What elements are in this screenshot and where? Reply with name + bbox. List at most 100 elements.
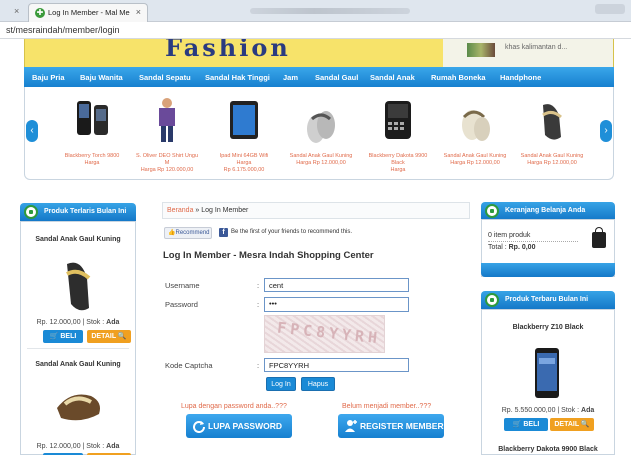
carousel-item-price: Harga bbox=[390, 167, 406, 173]
carousel-prev-button[interactable]: ‹ bbox=[26, 120, 38, 142]
tab-title: Log In Member - Mal Me bbox=[48, 8, 130, 17]
carousel-item[interactable]: S. Oliver DEO Shirt Ungu M Harga Rp 120.… bbox=[135, 95, 199, 174]
password-input[interactable]: ••• bbox=[264, 297, 409, 312]
username-label: Username bbox=[165, 281, 200, 290]
captcha-input[interactable] bbox=[264, 358, 409, 372]
cart-panel-header: Keranjang Belanja Anda bbox=[481, 202, 615, 220]
product-name[interactable]: Sandal Anak Gaul Kuning bbox=[21, 236, 135, 243]
beli-button[interactable]: 🛒 BELI bbox=[504, 418, 548, 431]
newest-panel: Blackberry Z10 Black Rp. 5.550.000,00 | … bbox=[481, 309, 615, 455]
favicon-icon: ✚ bbox=[35, 8, 45, 18]
captcha-label: Kode Captcha bbox=[165, 361, 213, 370]
detail-button[interactable]: DETAIL 🔍 bbox=[87, 330, 131, 343]
product-name[interactable]: Sandal Anak Gaul Kuning bbox=[21, 361, 135, 368]
sandal-image bbox=[462, 110, 490, 141]
label-colon: : bbox=[257, 361, 260, 370]
nav-item-baju-pria[interactable]: Baju Pria bbox=[32, 73, 65, 82]
nav-item-sandal-sepatu[interactable]: Sandal Sepatu bbox=[139, 73, 191, 82]
carousel-item-price: Harga bbox=[84, 160, 100, 166]
beli-button[interactable]: 🛒 BELI bbox=[43, 330, 83, 343]
nav-item-rumah-boneka[interactable]: Rumah Boneka bbox=[431, 73, 486, 82]
forgot-password-button[interactable]: LUPA PASSWORD bbox=[186, 414, 292, 438]
shirt-image bbox=[159, 98, 175, 142]
detail-button[interactable]: DETAIL 🔍 bbox=[550, 418, 594, 431]
forgot-password-hint: Lupa dengan password anda..??? bbox=[181, 403, 287, 410]
site-banner: Fashion khas kalimantan d... bbox=[24, 39, 614, 67]
cart-panel-title: Keranjang Belanja Anda bbox=[505, 207, 586, 214]
sandal-image[interactable] bbox=[55, 256, 101, 316]
tab-close-icon[interactable]: × bbox=[136, 7, 141, 17]
carousel-item-price: Harga Rp 12.000,00 bbox=[296, 160, 346, 166]
nav-item-jam[interactable]: Jam bbox=[283, 73, 298, 82]
bestseller-panel-header: Produk Terlaris Bulan Ini bbox=[20, 203, 136, 221]
carousel-item-name: S. Oliver DEO Shirt Ungu M bbox=[135, 153, 199, 166]
captcha-image: FPC8YYRH bbox=[264, 315, 385, 353]
product-name[interactable]: Blackberry Dakota 9900 Black bbox=[482, 446, 614, 453]
label-colon: : bbox=[257, 281, 260, 290]
divider bbox=[488, 241, 578, 242]
nav-item-baju-wanita[interactable]: Baju Wanita bbox=[80, 73, 123, 82]
nav-item-sandal-hak-tinggi[interactable]: Sandal Hak Tinggi bbox=[205, 73, 270, 82]
facebook-recommend-button[interactable]: 👍Recommend bbox=[164, 227, 212, 239]
carousel-item-price: Harga Rp 120.000,00 bbox=[140, 167, 194, 173]
username-input[interactable] bbox=[264, 278, 409, 292]
register-member-button[interactable]: REGISTER MEMBER bbox=[338, 414, 444, 438]
breadcrumb: Beranda » Log In Member bbox=[162, 202, 470, 219]
nav-item-sandal-gaul[interactable]: Sandal Gaul bbox=[315, 73, 358, 82]
sandal-image[interactable] bbox=[51, 380, 107, 430]
carousel-item[interactable]: Sandal Anak Gaul Kuning Harga Rp 12.000,… bbox=[443, 95, 507, 167]
browser-tab[interactable]: ✚ Log In Member - Mal Me × bbox=[28, 3, 148, 22]
divider bbox=[27, 348, 129, 349]
recommend-text: Be the first of your friends to recommen… bbox=[231, 229, 353, 235]
product-carousel: ‹ › Blackberry Torch 9800 Harga S. Olive… bbox=[24, 87, 614, 180]
phone-image[interactable] bbox=[532, 346, 562, 400]
bestseller-panel-title: Produk Terlaris Bulan Ini bbox=[44, 208, 127, 215]
carousel-item-name: Blackberry Torch 9800 bbox=[64, 153, 120, 159]
carousel-item-name: Sandal Anak Gaul Kuning bbox=[289, 153, 353, 159]
carousel-item-price: Harga Rp 12.000,00 bbox=[450, 160, 500, 166]
product-price: Rp. 12.000,00 | Stok : Ada bbox=[36, 319, 120, 326]
breadcrumb-current: Log In Member bbox=[201, 207, 249, 214]
breadcrumb-home-link[interactable]: Beranda bbox=[167, 207, 193, 214]
sandal-image bbox=[307, 111, 335, 143]
browser-tab-bar: × ✚ Log In Member - Mal Me × bbox=[0, 0, 631, 22]
register-hint: Belum menjadi member..??? bbox=[342, 403, 432, 410]
carousel-next-button[interactable]: › bbox=[600, 120, 612, 142]
carousel-item[interactable]: Blackberry Dakota 9900 Black Harga bbox=[366, 95, 430, 174]
product-price: Rp. 5.550.000,00 | Stok : Ada bbox=[501, 407, 595, 414]
carousel-item-name: Sandal Anak Gaul Kuning bbox=[443, 153, 507, 159]
phone-image bbox=[385, 101, 411, 139]
page-title: Log In Member - Mesra Indah Shopping Cen… bbox=[163, 250, 374, 261]
user-add-icon bbox=[345, 420, 357, 432]
panel-badge-icon bbox=[485, 204, 499, 218]
carousel-item-name: Sandal Anak Gaul Kuning bbox=[520, 153, 584, 159]
category-nav: Baju Pria Baju Wanita Sandal Sepatu Sand… bbox=[24, 67, 614, 87]
carousel-item-price: Harga Rp 12.000,00 bbox=[527, 160, 577, 166]
carousel-item[interactable]: Blackberry Torch 9800 Harga bbox=[60, 95, 124, 167]
newest-panel-title: Produk Terbaru Bulan Ini bbox=[505, 296, 589, 303]
product-name[interactable]: Blackberry Z10 Black bbox=[482, 324, 614, 331]
address-bar[interactable]: st/mesraindah/member/login bbox=[0, 22, 631, 39]
window-controls[interactable] bbox=[595, 4, 625, 14]
carousel-item[interactable]: Ipad Mini 64GB Wifi Harga Rp 6.175.000,0… bbox=[212, 95, 276, 174]
panel-badge-icon bbox=[24, 205, 38, 219]
nav-item-sandal-anak[interactable]: Sandal Anak bbox=[370, 73, 415, 82]
cart-panel-footer bbox=[481, 263, 615, 277]
brand-logo-text: Fashion bbox=[165, 39, 291, 62]
shopping-bag-icon[interactable] bbox=[592, 227, 606, 248]
close-icon[interactable]: × bbox=[14, 6, 19, 16]
refresh-icon bbox=[193, 421, 205, 433]
product-price: Rp. 12.000,00 | Stok : Ada bbox=[36, 443, 120, 450]
carousel-item[interactable]: Sandal Anak Gaul Kuning Harga Rp 12.000,… bbox=[520, 95, 584, 167]
login-button[interactable]: Log In bbox=[266, 377, 296, 391]
promo-image bbox=[467, 43, 495, 57]
promo-banner[interactable]: khas kalimantan d... bbox=[443, 39, 613, 67]
reset-button[interactable]: Hapus bbox=[301, 377, 335, 391]
cart-total: Total : Rp. 0,00 bbox=[488, 244, 536, 251]
sandal-image bbox=[542, 104, 562, 140]
url-text: st/mesraindah/member/login bbox=[6, 25, 120, 35]
tablet-image bbox=[230, 101, 258, 139]
phone-image bbox=[77, 101, 108, 135]
nav-item-handphone[interactable]: Handphone bbox=[500, 73, 541, 82]
carousel-item[interactable]: Sandal Anak Gaul Kuning Harga Rp 12.000,… bbox=[289, 95, 353, 167]
